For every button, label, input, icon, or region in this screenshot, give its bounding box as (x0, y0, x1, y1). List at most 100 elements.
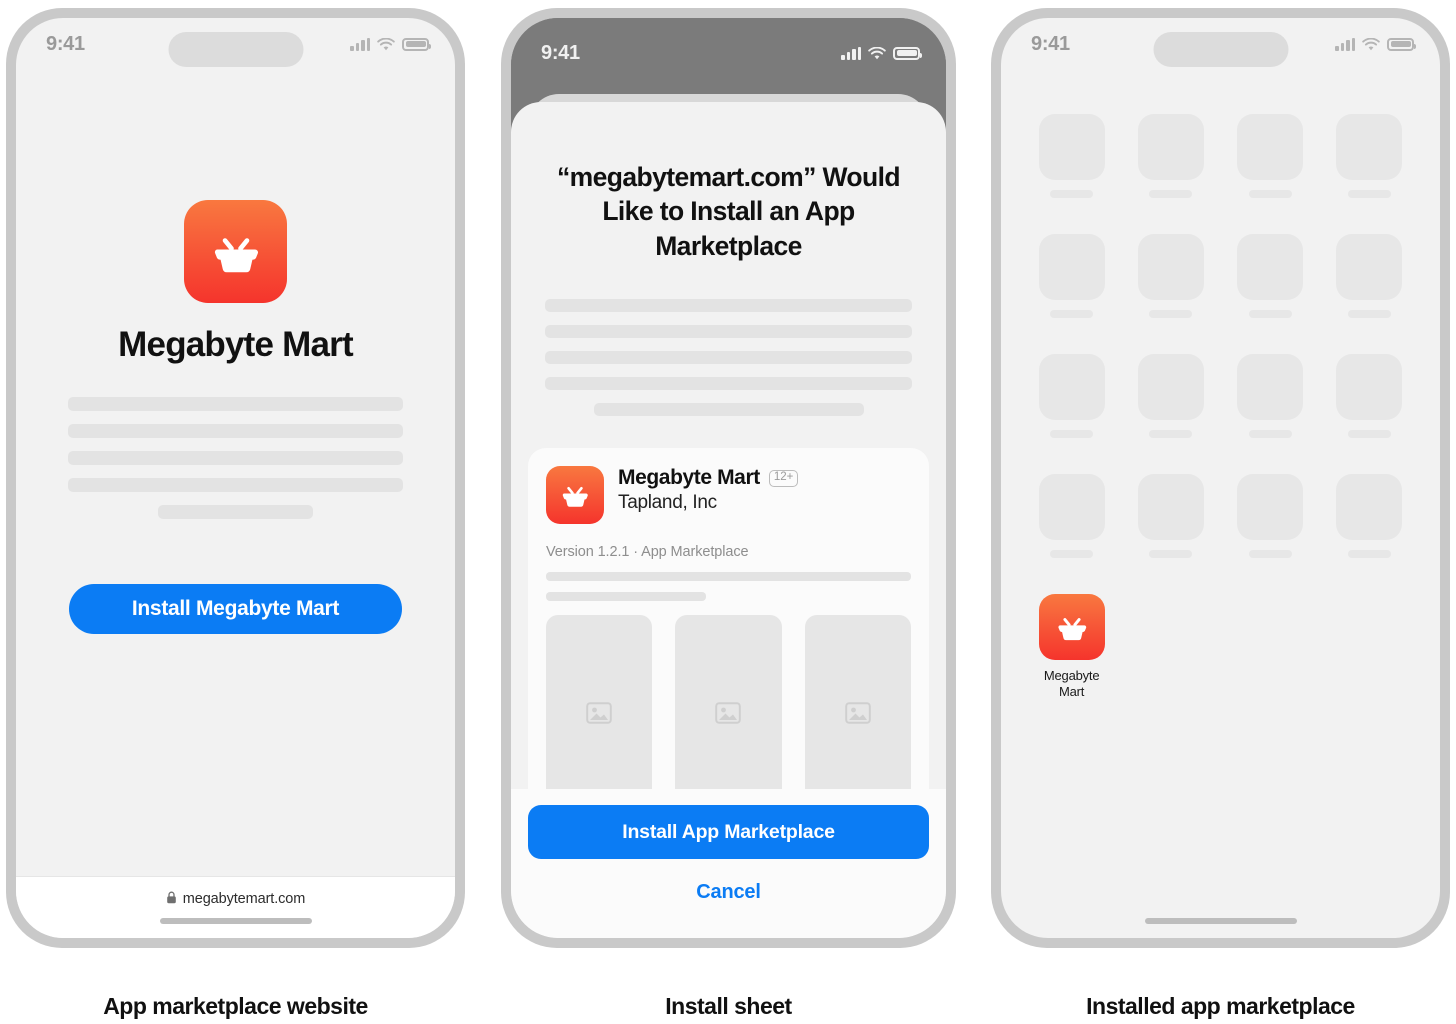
cancel-button[interactable]: Cancel (528, 859, 929, 904)
placeholder-app-cell[interactable] (1335, 354, 1404, 438)
placeholder-app-cell[interactable] (1037, 114, 1106, 198)
placeholder-app-cell[interactable] (1335, 114, 1404, 198)
placeholder-app-cell[interactable] (1136, 474, 1205, 558)
placeholder-app-icon (1336, 234, 1403, 300)
placeholder-app-cell[interactable] (1037, 234, 1106, 318)
placeholder-app-icon (1137, 234, 1204, 300)
placeholder-app-icon (1038, 474, 1105, 540)
placeholder-app-icon (1237, 114, 1304, 180)
dynamic-island (1153, 32, 1288, 67)
skeleton-line (68, 397, 403, 411)
skeleton-line (546, 572, 911, 582)
app-info-card: Megabyte Mart 12+ Tapland, Inc Version 1… (528, 448, 929, 789)
app-name: Megabyte Mart (618, 466, 760, 490)
skeleton-line (158, 505, 313, 519)
placeholder-app-icon (1336, 354, 1403, 420)
placeholder-app-cell[interactable] (1136, 354, 1205, 438)
app-version-line: Version 1.2.1 · App Marketplace (546, 544, 749, 561)
status-icons (1335, 37, 1416, 51)
sheet-scroll-area[interactable]: “megabytemart.com” Would Like to Install… (511, 102, 946, 789)
placeholder-app-icon (1137, 114, 1204, 180)
page-title: Megabyte Mart (118, 325, 353, 364)
status-icons (841, 46, 922, 60)
home-screen-grid: Megabyte Mart (1037, 114, 1404, 699)
browser-url-bar[interactable]: megabytemart.com (16, 876, 455, 938)
placeholder-app-label (1347, 310, 1391, 318)
placeholder-app-label (1050, 550, 1094, 558)
placeholder-app-cell[interactable] (1136, 114, 1205, 198)
battery-icon (1387, 37, 1416, 51)
home-indicator (159, 918, 312, 924)
wifi-icon (377, 37, 395, 51)
sheet-action-bar: Install App Marketplace Cancel (511, 789, 946, 938)
skeleton-line (545, 299, 912, 313)
placeholder-app-icon (1237, 474, 1304, 540)
placeholder-app-label (1248, 550, 1292, 558)
image-placeholder-icon (804, 615, 911, 789)
skeleton-line (593, 403, 864, 417)
placeholder-app-cell[interactable] (1236, 474, 1305, 558)
phone2-screen: 9:41 “megabytemart.com” Would Like to In… (511, 18, 946, 938)
screenshot-stage: 9:41 Megabyte Mart Install Megabyte Mart… (0, 0, 1456, 1024)
installed-app-label-line2: Mart (1059, 683, 1085, 699)
status-time: 9:41 (541, 41, 580, 64)
skeleton-line (68, 451, 403, 465)
placeholder-app-icon (1038, 234, 1105, 300)
dynamic-island (168, 32, 303, 67)
phone1-status-bar: 9:41 (16, 18, 455, 70)
placeholder-app-icon (1137, 354, 1204, 420)
placeholder-app-cell[interactable] (1236, 234, 1305, 318)
placeholder-app-cell[interactable] (1236, 114, 1305, 198)
placeholder-app-icon (1237, 234, 1304, 300)
app-name-row: Megabyte Mart 12+ (618, 466, 799, 490)
url-text: megabytemart.com (182, 891, 306, 907)
sheet-title: “megabytemart.com” Would Like to Install… (557, 162, 901, 261)
wifi-icon (1362, 37, 1380, 51)
install-megabyte-mart-button[interactable]: Install Megabyte Mart (69, 584, 402, 634)
phone-install-sheet: 9:41 “megabytemart.com” Would Like to In… (501, 8, 956, 948)
skeleton-line (546, 592, 706, 602)
caption-installed: Installed app marketplace (1086, 993, 1355, 1019)
skeleton-line (545, 325, 912, 339)
placeholder-app-label (1050, 310, 1094, 318)
placeholder-app-label (1149, 550, 1193, 558)
installed-app-label: Megabyte Mart (1044, 668, 1100, 699)
screenshot-gallery[interactable] (546, 615, 911, 789)
placeholder-app-cell[interactable] (1335, 234, 1404, 318)
placeholder-app-label (1050, 190, 1094, 198)
skeleton-line (68, 478, 403, 492)
install-sheet: “megabytemart.com” Would Like to Install… (511, 102, 946, 938)
skeleton-line (545, 351, 912, 365)
cellular-bars-icon (841, 46, 861, 60)
placeholder-app-cell[interactable] (1037, 474, 1106, 558)
app-description-skeleton (546, 572, 911, 602)
placeholder-app-cell[interactable] (1335, 474, 1404, 558)
placeholder-app-cell[interactable] (1136, 234, 1205, 318)
app-card-text: Megabyte Mart 12+ Tapland, Inc (618, 466, 799, 514)
install-app-marketplace-button[interactable]: Install App Marketplace (528, 805, 929, 859)
placeholder-app-label (1248, 310, 1292, 318)
placeholder-app-label (1347, 550, 1391, 558)
placeholder-app-icon (1237, 354, 1304, 420)
phone-app-marketplace-website: 9:41 Megabyte Mart Install Megabyte Mart… (6, 8, 465, 948)
placeholder-app-icon (1137, 474, 1204, 540)
placeholder-app-icon (1038, 114, 1105, 180)
installed-app-cell-megabyte-mart[interactable]: Megabyte Mart (1037, 594, 1106, 699)
placeholder-app-cell[interactable] (1236, 354, 1305, 438)
cellular-bars-icon (350, 37, 370, 51)
placeholder-app-label (1149, 310, 1193, 318)
status-time: 9:41 (46, 32, 85, 55)
battery-icon (402, 37, 431, 51)
placeholder-app-icon (1336, 474, 1403, 540)
image-placeholder-icon (546, 615, 653, 789)
image-placeholder-icon (675, 615, 782, 789)
battery-icon (893, 46, 922, 60)
lock-icon (166, 891, 177, 904)
placeholder-app-icon (1336, 114, 1403, 180)
placeholder-app-cell[interactable] (1037, 354, 1106, 438)
placeholder-app-label (1248, 430, 1292, 438)
wifi-icon (868, 46, 886, 60)
installed-app-label-line1: Megabyte (1043, 668, 1100, 683)
placeholder-app-label (1050, 430, 1094, 438)
home-indicator (1144, 918, 1297, 924)
